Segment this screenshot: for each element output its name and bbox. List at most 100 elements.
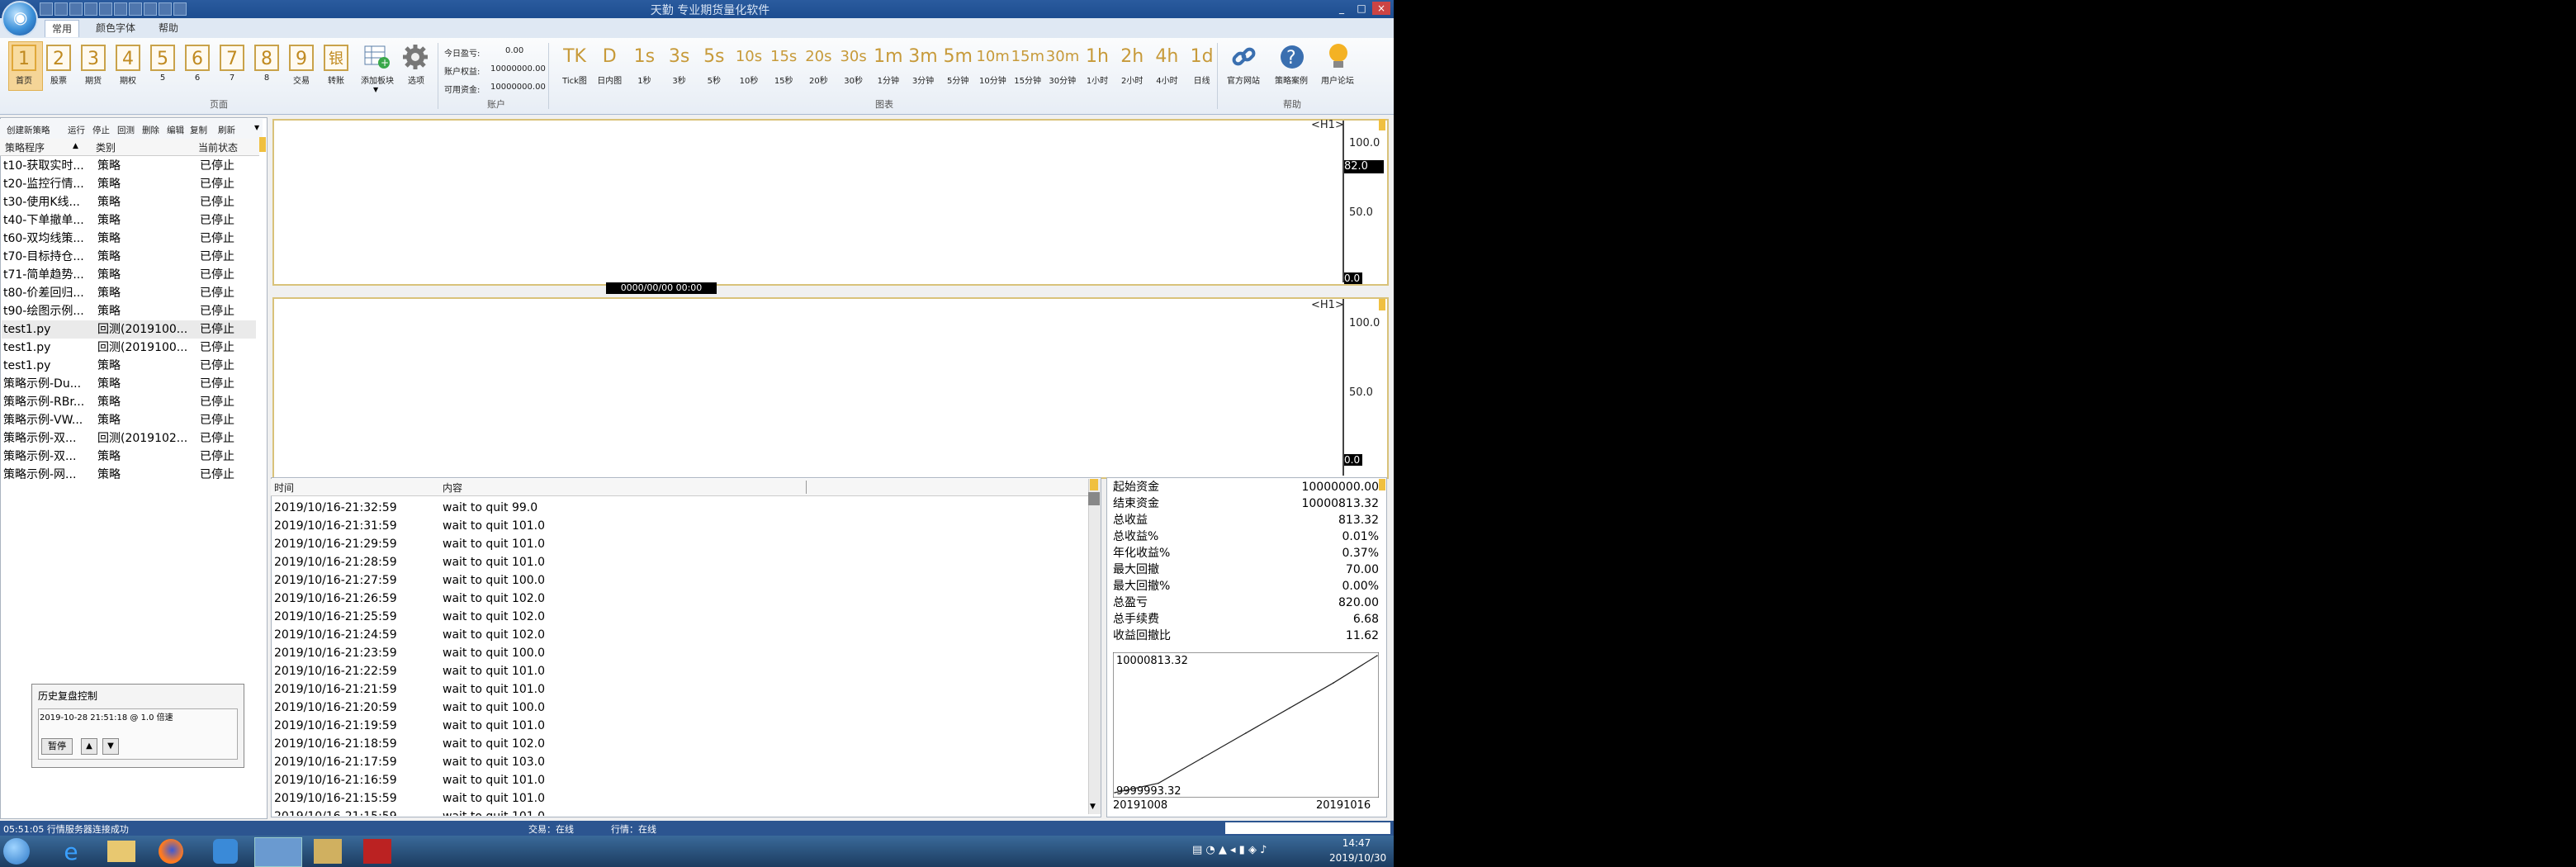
chart-period-button[interactable]: 10s xyxy=(732,45,765,69)
strategy-row[interactable]: 策略示例-VW... 策略 已停止 xyxy=(2,411,256,429)
files-icon[interactable] xyxy=(314,839,342,864)
strategy-toolbar-button[interactable]: 停止 xyxy=(92,124,110,136)
strategy-toolbar-button[interactable]: 编辑 xyxy=(167,124,184,136)
column-header-content[interactable]: 内容 xyxy=(443,481,462,495)
strategy-row[interactable]: t20-监控行情... 策略 已停止 xyxy=(2,175,256,193)
chart-period-button[interactable]: 30s xyxy=(837,45,870,69)
clock-time[interactable]: 14:47 xyxy=(1329,837,1384,849)
folder-icon[interactable] xyxy=(107,841,135,862)
strategy-row[interactable]: 策略示例-Du... 策略 已停止 xyxy=(2,375,256,393)
clock-date[interactable]: 2019/10/30 xyxy=(1329,852,1386,864)
chart-period-button[interactable]: 1m xyxy=(872,45,905,69)
gear-icon[interactable] xyxy=(401,43,429,71)
app-menu-orb[interactable]: ◉ xyxy=(2,1,38,37)
close-button[interactable]: × xyxy=(1372,2,1390,15)
strategy-row[interactable]: 策略示例-双... 回测(2019102... 已停止 xyxy=(2,429,256,448)
chevron-down-icon[interactable]: ▼ xyxy=(373,86,378,93)
trading-app-icon[interactable] xyxy=(363,839,391,864)
chart-pin-icon[interactable] xyxy=(1379,119,1385,130)
chart-period-button[interactable]: TK xyxy=(558,45,591,69)
strategy-toolbar-button[interactable]: 回测 xyxy=(117,124,135,136)
tray-icons[interactable]: ▤ ◔ ▲ ◂ ▮ ◈ ♪ xyxy=(1192,844,1267,856)
maximize-button[interactable]: □ xyxy=(1352,2,1371,15)
page-button-9[interactable]: 9 xyxy=(289,45,314,71)
strategy-toolbar-button[interactable]: 运行 xyxy=(68,124,85,136)
quick-access-icon[interactable] xyxy=(173,2,187,16)
chart-period-button[interactable]: 5m xyxy=(941,45,974,69)
quick-access-icon[interactable] xyxy=(114,2,127,16)
quick-access-icon[interactable] xyxy=(84,2,97,16)
column-header-program[interactable]: 策略程序 xyxy=(5,140,45,154)
tab-color-font[interactable]: 颜色字体 xyxy=(89,20,142,36)
page-button-7[interactable]: 7 xyxy=(220,45,244,71)
strategy-row[interactable]: t71-简单趋势... 策略 已停止 xyxy=(2,266,256,284)
chart-period-button[interactable]: 1s xyxy=(627,45,661,69)
quick-access-icon[interactable] xyxy=(159,2,172,16)
strategy-toolbar-button[interactable]: 创建新策略 xyxy=(7,124,50,136)
strategy-row[interactable]: t90-绘图示例... 策略 已停止 xyxy=(2,302,256,320)
chart-period-button[interactable]: 20s xyxy=(802,45,835,69)
speed-down-button[interactable]: ▼ xyxy=(102,738,119,755)
panel-pin-icon[interactable] xyxy=(259,137,266,152)
strategy-row[interactable]: 策略示例-网... 策略 已停止 xyxy=(2,466,256,484)
quick-access-icon[interactable] xyxy=(54,2,68,16)
chart-period-button[interactable]: 15m xyxy=(1011,45,1044,69)
strategy-row[interactable]: t80-价差回归... 策略 已停止 xyxy=(2,284,256,302)
speed-up-button[interactable]: ▲ xyxy=(81,738,97,755)
column-divider[interactable] xyxy=(806,481,807,494)
transfer-button[interactable]: 银 xyxy=(324,45,348,71)
strategy-toolbar-button[interactable]: 删除 xyxy=(142,124,159,136)
strategy-row[interactable]: t60-双均线策... 策略 已停止 xyxy=(2,230,256,248)
active-app-icon[interactable] xyxy=(254,837,302,867)
start-button[interactable] xyxy=(3,838,30,865)
strategy-row[interactable]: t40-下单撤单... 策略 已停止 xyxy=(2,211,256,230)
strategy-row[interactable]: t70-目标持仓... 策略 已停止 xyxy=(2,248,256,266)
strategy-row[interactable]: test1.py 策略 已停止 xyxy=(2,357,256,375)
chart-period-button[interactable]: 2h xyxy=(1115,45,1148,69)
page-button-3[interactable]: 3 xyxy=(81,45,106,71)
strategy-row[interactable]: t10-获取实时... 策略 已停止 xyxy=(2,157,256,175)
stats-pin-icon[interactable] xyxy=(1379,479,1385,490)
pause-button[interactable]: 暂停 xyxy=(41,738,73,755)
chart-period-button[interactable]: 30m xyxy=(1046,45,1079,69)
column-header-status[interactable]: 当前状态 xyxy=(198,140,238,154)
chart-period-button[interactable]: 1d xyxy=(1186,45,1219,69)
link-icon[interactable] xyxy=(1230,43,1258,71)
help-icon[interactable]: ? xyxy=(1278,43,1306,71)
column-header-time[interactable]: 时间 xyxy=(274,481,294,495)
chart-period-button[interactable]: 4h xyxy=(1150,45,1183,69)
strategy-row[interactable]: 策略示例-RBr... 策略 已停止 xyxy=(2,393,256,411)
strategy-row[interactable]: 策略示例-双... 策略 已停止 xyxy=(2,448,256,466)
quick-access-icon[interactable] xyxy=(99,2,112,16)
bottom-chart[interactable] xyxy=(272,297,1389,479)
strategy-toolbar-button[interactable]: 刷新 xyxy=(218,124,235,136)
chart-period-button[interactable]: 5s xyxy=(698,45,731,69)
log-pin-icon[interactable] xyxy=(1090,479,1098,490)
chart-period-button[interactable]: 1h xyxy=(1081,45,1114,69)
page-button-6[interactable]: 6 xyxy=(185,45,210,71)
chat-app-icon[interactable] xyxy=(213,839,238,864)
chart-period-button[interactable]: 3s xyxy=(663,45,696,69)
add-block-icon[interactable]: + xyxy=(362,43,391,71)
chart-period-button[interactable]: 10m xyxy=(976,45,1009,69)
page-button-1[interactable]: 1 xyxy=(12,45,36,71)
chevron-down-icon[interactable]: ▼ xyxy=(254,124,259,131)
ie-icon[interactable]: e xyxy=(58,838,84,865)
strategy-row[interactable]: test1.py 回测(2019100... 已停止 xyxy=(2,339,256,357)
quick-access-icon[interactable] xyxy=(69,2,83,16)
quick-access-icon[interactable] xyxy=(144,2,157,16)
page-button-2[interactable]: 2 xyxy=(46,45,71,71)
minimize-button[interactable]: _ xyxy=(1333,2,1351,15)
quick-access-icon[interactable] xyxy=(40,2,53,16)
firefox-icon[interactable] xyxy=(159,839,183,864)
strategy-row[interactable]: test1.py 回测(2019100... 已停止 xyxy=(2,320,256,339)
strategy-row[interactable]: t30-使用K线... 策略 已停止 xyxy=(2,193,256,211)
chart-period-button[interactable]: 3m xyxy=(907,45,940,69)
column-header-type[interactable]: 类别 xyxy=(96,140,116,154)
strategy-toolbar-button[interactable]: 复制 xyxy=(190,124,207,136)
page-button-4[interactable]: 4 xyxy=(116,45,140,71)
top-chart[interactable] xyxy=(272,119,1389,286)
chart-period-button[interactable]: 15s xyxy=(767,45,800,69)
tab-help[interactable]: 帮助 xyxy=(152,20,185,36)
quick-access-icon[interactable] xyxy=(129,2,142,16)
